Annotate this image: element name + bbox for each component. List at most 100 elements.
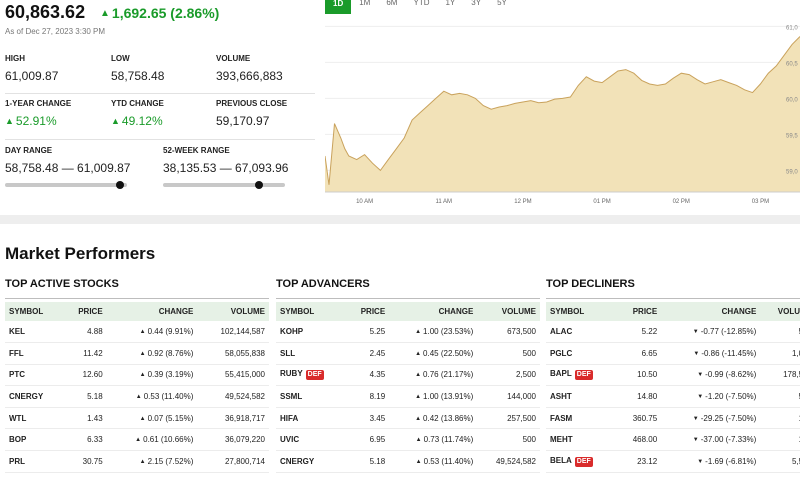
table-row[interactable]: SLL 2.45 ▲ 0.45 (22.50%) 500 — [276, 342, 540, 365]
up-arrow-icon: ▲ — [111, 116, 120, 126]
table-row[interactable]: BELADEF23.12▼-1.69 (-6.81%)5,500 — [546, 450, 800, 473]
symbol-text[interactable]: BAPL — [550, 369, 572, 378]
price-cell: 468.00 — [618, 428, 658, 452]
table-row[interactable]: FASM 360.75▼-29.25 (-7.50%)100 — [546, 407, 800, 430]
table-row[interactable]: CNERGY 5.18 ▲ 0.53 (11.40%) 49,524,582 — [5, 385, 269, 408]
price-cell: 4.88 — [64, 321, 103, 344]
table-row[interactable]: RUBY DEF 4.35 ▲ 0.76 (21.17%) 2,500 — [276, 364, 540, 387]
symbol-cell[interactable]: RUBY DEF — [276, 364, 349, 387]
symbol-text[interactable]: PGLC — [550, 349, 572, 358]
top-decliners-table: SYMBOLPRICECHANGEVOLUME ALAC 5.22▼-0.77 (-… — [546, 302, 800, 473]
symbol-text[interactable]: ALAC — [550, 327, 572, 336]
table-row[interactable]: KEL 4.88 ▲ 0.44 (9.91%) 102,144,587 — [5, 321, 269, 344]
index-change-value: 1,692.65 (2.86%) — [111, 5, 220, 21]
symbol-text[interactable]: CNERGY — [9, 392, 43, 401]
stat-high: HIGH 61,009.87 — [5, 54, 58, 83]
symbol-cell[interactable]: BELA DEF — [546, 450, 619, 473]
symbol-text[interactable]: MEHT — [550, 435, 573, 444]
table-row[interactable]: ASHT 14.80▼-1.20 (-7.50%)500 — [546, 385, 800, 408]
symbol-cell[interactable]: PTC — [5, 364, 65, 387]
down-arrow-icon: ▼ — [697, 372, 704, 379]
table-row[interactable]: KOHP 5.25 ▲ 1.00 (23.53%) 673,500 — [276, 321, 540, 344]
column-header-change: CHANGE — [385, 302, 474, 321]
symbol-text[interactable]: FFL — [9, 349, 24, 358]
symbol-cell[interactable]: SLL — [276, 342, 349, 365]
symbol-text[interactable]: KOHP — [280, 327, 303, 336]
symbol-cell[interactable]: PRL — [5, 450, 65, 473]
table-row[interactable]: ALAC 5.22▼-0.77 (-12.85%)500 — [546, 321, 800, 344]
symbol-text[interactable]: PRL — [9, 457, 25, 466]
symbol-cell[interactable]: SSML — [276, 385, 349, 408]
table-row[interactable]: PGLC 6.65▼-0.86 (-11.45%)1,000 — [546, 342, 800, 365]
stat-previous-close: PREVIOUS CLOSE 59,170.97 — [216, 99, 287, 128]
symbol-cell[interactable]: ASHT — [546, 385, 619, 408]
symbol-text[interactable]: RUBY — [280, 369, 303, 378]
divider — [276, 298, 540, 299]
symbol-cell[interactable]: FFL — [5, 342, 65, 365]
price-cell: 360.75 — [618, 407, 658, 430]
symbol-text[interactable]: PTC — [9, 370, 25, 379]
table-row[interactable]: PTC 12.60 ▲ 0.39 (3.19%) 55,415,000 — [5, 364, 269, 387]
symbol-text[interactable]: SSML — [280, 392, 302, 401]
up-arrow-icon: ▲ — [415, 437, 422, 444]
symbol-cell[interactable]: FASM — [546, 407, 619, 430]
symbol-cell[interactable]: MEHT — [546, 428, 619, 452]
table-row[interactable]: BAPLDEF10.50▼-0.99 (-8.62%)178,500 — [546, 364, 800, 387]
stat-low: LOW 58,758.48 — [111, 54, 164, 83]
change-cell: ▼ -29.25 (-7.50%) — [657, 407, 757, 430]
table-row[interactable]: HIFA 3.45 ▲ 0.42 (13.86%) 257,500 — [276, 407, 540, 430]
volume-cell: 36,079,220 — [193, 428, 269, 452]
symbol-cell[interactable]: KOHP — [276, 321, 349, 344]
symbol-cell[interactable]: CNERGY — [5, 385, 65, 408]
table-row[interactable]: PRL 30.75 ▲ 2.15 (7.52%) 27,800,714 — [5, 450, 269, 473]
down-arrow-icon: ▼ — [692, 437, 699, 444]
top-active-title: TOP ACTIVE STOCKS — [5, 278, 119, 290]
symbol-text[interactable]: BOP — [9, 435, 26, 444]
column-header-volume: VOLUME — [756, 302, 800, 321]
symbol-text[interactable]: CNERGY — [280, 457, 314, 466]
symbol-text[interactable]: ASHT — [550, 392, 572, 401]
volume-cell: 36,918,717 — [193, 407, 269, 430]
index-price: 60,863.62 — [5, 2, 86, 22]
change-cell: ▲ 0.61 (10.66%) — [102, 428, 194, 452]
up-arrow-icon: ▲ — [139, 329, 146, 336]
up-arrow-icon: ▲ — [415, 372, 422, 379]
table-row[interactable]: MEHT 468.00▼-37.00 (-7.33%)100 — [546, 428, 800, 452]
price-cell: 6.95 — [348, 428, 386, 452]
down-arrow-icon: ▼ — [692, 415, 699, 422]
y-tick-label: 60,5 — [786, 61, 798, 67]
symbol-cell[interactable]: ALAC — [546, 321, 619, 344]
change-cell: ▲ 0.53 (11.40%) — [102, 385, 194, 408]
table-row[interactable]: UVIC 6.95 ▲ 0.73 (11.74%) 500 — [276, 428, 540, 452]
symbol-cell[interactable]: UVIC — [276, 428, 349, 452]
symbol-cell[interactable]: BAPL DEF — [546, 364, 619, 387]
symbol-cell[interactable]: PGLC — [546, 342, 619, 365]
change-cell: ▲ 1.00 (23.53%) — [385, 321, 474, 344]
symbol-cell[interactable]: KEL — [5, 321, 65, 344]
symbol-text[interactable]: SLL — [280, 349, 295, 358]
symbol-text[interactable]: FASM — [550, 414, 572, 423]
symbol-text[interactable]: WTL — [9, 414, 26, 423]
symbol-text[interactable]: UVIC — [280, 435, 299, 444]
price-cell: 4.35 — [348, 364, 386, 387]
stat-volume: VOLUME 393,666,883 — [216, 54, 283, 83]
symbol-text[interactable]: HIFA — [280, 414, 298, 423]
symbol-text[interactable]: BELA — [550, 456, 572, 465]
change-cell: ▲ 1.00 (13.91%) — [385, 385, 474, 408]
price-cell: 8.19 — [348, 385, 386, 408]
table-row[interactable]: SSML 8.19 ▲ 1.00 (13.91%) 144,000 — [276, 385, 540, 408]
volume-cell: 100 — [756, 407, 800, 430]
table-row[interactable]: WTL 1.43 ▲ 0.07 (5.15%) 36,918,717 — [5, 407, 269, 430]
up-arrow-icon: ▲ — [415, 458, 422, 465]
table-row[interactable]: BOP 6.33 ▲ 0.61 (10.66%) 36,079,220 — [5, 428, 269, 452]
symbol-cell[interactable]: CNERGY — [276, 450, 349, 473]
symbol-text[interactable]: KEL — [9, 327, 25, 336]
up-arrow-icon: ▲ — [139, 350, 146, 357]
table-row[interactable]: FFL 11.42 ▲ 0.92 (8.76%) 58,055,838 — [5, 342, 269, 365]
symbol-cell[interactable]: HIFA — [276, 407, 349, 430]
symbol-cell[interactable]: BOP — [5, 428, 65, 452]
table-row[interactable]: CNERGY 5.18 ▲ 0.53 (11.40%) 49,524,582 — [276, 450, 540, 473]
column-header-change: CHANGE — [657, 302, 757, 321]
symbol-cell[interactable]: WTL — [5, 407, 65, 430]
change-cell: ▲ 0.07 (5.15%) — [102, 407, 194, 430]
